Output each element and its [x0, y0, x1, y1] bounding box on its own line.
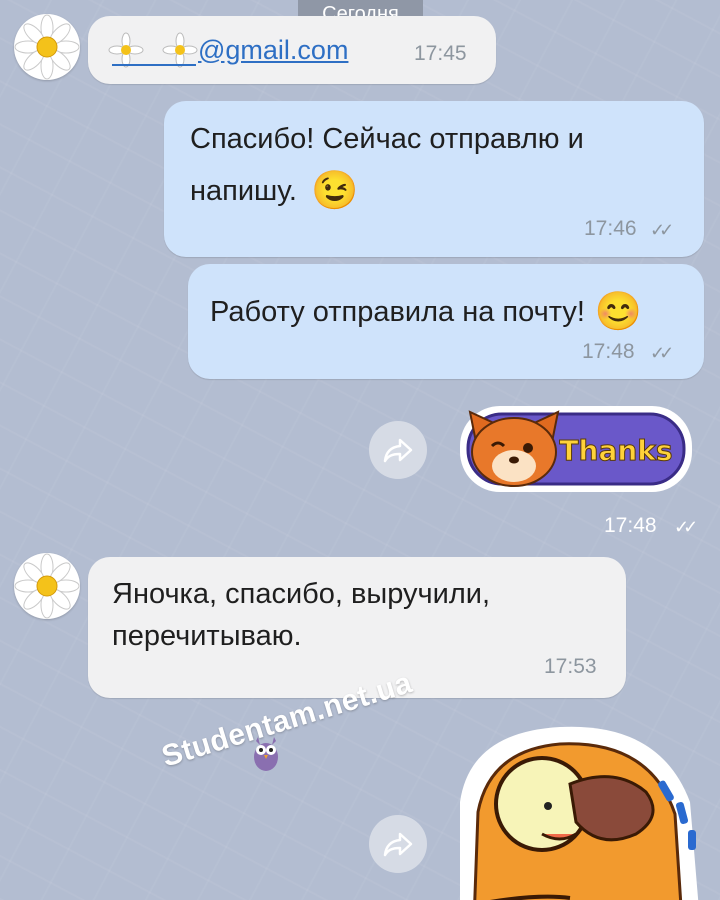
- read-check-icon: ✓✓: [674, 517, 698, 537]
- daisy-icon: [14, 14, 80, 80]
- message-text: Спасибо! Сейчас отправлю и напишу. 😉: [190, 113, 584, 217]
- thanks-sticker-image: Thanks: [460, 406, 692, 492]
- daisy-icon: [14, 553, 80, 619]
- message-text: Работу отправила на почту! 😊: [210, 286, 642, 338]
- daisy-emoji-icons: [108, 32, 198, 68]
- contact-avatar[interactable]: [14, 14, 80, 80]
- message-line: перечитываю.: [112, 620, 302, 652]
- message-line: напишу.: [190, 175, 297, 207]
- outgoing-message[interactable]: Работу отправила на почту! 😊 17:48 ✓✓: [188, 264, 704, 379]
- message-time: 17:46: [584, 217, 637, 240]
- contact-avatar[interactable]: [14, 553, 80, 619]
- sticker-label: Thanks: [559, 434, 672, 467]
- message-line: Спасибо! Сейчас отправлю и: [190, 123, 584, 155]
- read-check-icon: ✓✓: [650, 343, 674, 363]
- email-link[interactable]: @gmail.com: [108, 32, 348, 68]
- message-line: Работу отправила на почту!: [210, 296, 585, 328]
- message-text: Яночка, спасибо, выручили, перечитываю.: [112, 573, 490, 657]
- message-time: 17:45: [414, 42, 467, 65]
- message-line: Яночка, спасибо, выручили,: [112, 578, 491, 610]
- email-domain-text[interactable]: @gmail.com: [198, 35, 348, 66]
- wink-emoji-icon: 😉: [310, 170, 359, 212]
- outgoing-message[interactable]: Спасибо! Сейчас отправлю и напишу. 😉 17:…: [164, 101, 704, 257]
- forward-arrow-icon: [383, 832, 413, 857]
- thanks-sticker[interactable]: Thanks: [456, 392, 696, 500]
- sticker-time: 17:48: [604, 514, 657, 537]
- message-time: 17:48: [582, 340, 635, 363]
- incoming-message[interactable]: @gmail.com 17:45: [88, 16, 496, 84]
- forward-button[interactable]: [369, 421, 427, 479]
- cartoon-sticker-image: [460, 726, 699, 900]
- forward-button[interactable]: [369, 815, 427, 873]
- read-check-icon: ✓✓: [650, 220, 674, 240]
- message-time: 17:53: [544, 655, 597, 678]
- forward-arrow-icon: [383, 438, 413, 463]
- cartoon-sticker[interactable]: [450, 722, 720, 900]
- smile-emoji-icon: 😊: [594, 291, 643, 333]
- incoming-message[interactable]: Яночка, спасибо, выручили, перечитываю. …: [88, 557, 626, 698]
